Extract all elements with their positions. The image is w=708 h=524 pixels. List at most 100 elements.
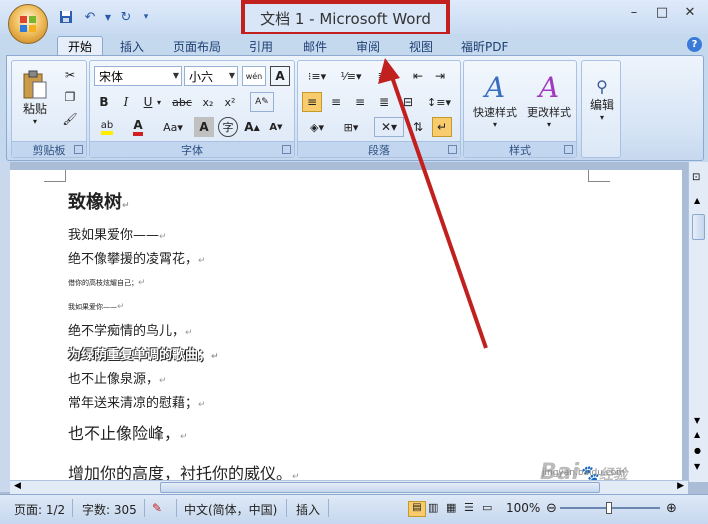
font-launcher-icon[interactable] [282,145,291,154]
office-button[interactable] [8,4,48,44]
grow-font-button[interactable]: A ▲ [242,117,262,137]
paste-button[interactable]: 粘贴 ▾ [18,67,52,129]
undo-icon[interactable]: ↶ [79,7,101,27]
tab-references[interactable]: 引用 [249,36,273,56]
maximize-icon[interactable]: □ [648,2,676,22]
scroll-right-icon[interactable]: ▶ [677,481,684,491]
outline-icon[interactable]: ☰ [464,501,474,514]
align-right-button[interactable]: ≡ [350,92,370,112]
font-size-select[interactable]: 小六 ▼ [184,66,238,86]
tab-review[interactable]: 审阅 [356,36,380,56]
quick-styles-button[interactable]: A 快速样式 ▾ [468,65,522,135]
increase-indent-button[interactable]: ⇥ [430,66,450,86]
zoom-level[interactable]: 100% [506,501,540,515]
web-layout-icon[interactable]: ▦ [446,501,456,514]
paragraph-launcher-icon[interactable] [448,145,457,154]
print-layout-icon[interactable]: ▤ [408,501,426,517]
highlight-button[interactable]: ab [94,117,120,137]
tab-view[interactable]: 视图 [409,36,433,56]
borders-button[interactable]: ⊞▾ [336,117,366,137]
char-border-button[interactable]: A [270,66,290,86]
underline-dropdown-icon[interactable]: ▾ [154,92,164,112]
doc-line: 绝不像攀援的凌霄花，↵ [68,252,206,267]
numbering-button[interactable]: ⅟≡▾ [336,66,366,86]
cut-icon[interactable]: ✂ [60,65,80,85]
tab-page-layout[interactable]: 页面布局 [173,36,221,56]
ruler-toggle-icon[interactable]: ⊡ [692,172,700,183]
strikethrough-button[interactable]: abc [168,92,196,112]
close-icon[interactable]: ✕ [676,2,704,22]
redo-icon[interactable]: ↻ [115,7,137,27]
zoom-slider-thumb[interactable] [606,502,612,514]
doc-line: 也不止像泉源，↵ [68,372,167,387]
font-name-select[interactable]: 宋体 ▼ [94,66,182,86]
font-color-button[interactable]: A [128,117,148,137]
bold-button[interactable]: B [94,92,114,112]
enclose-chars-button[interactable]: 字 [218,117,238,137]
zoom-in-icon[interactable]: ⊕ [666,501,677,516]
undo-dropdown-icon[interactable]: ▼ [103,7,113,27]
superscript-button[interactable]: x² [220,92,240,112]
scroll-up-icon[interactable]: ▲ [694,196,700,205]
editing-button[interactable]: ⚲ 编辑 ▾ [584,67,620,131]
proofing-icon[interactable]: ✎ [152,501,162,515]
tab-home[interactable]: 开始 [57,36,104,56]
sort-button[interactable]: ⇅ [408,117,428,137]
vertical-scrollbar[interactable]: ⊡ ▲ ▼ ▲ ● ▼ [688,162,708,482]
italic-button[interactable]: I [116,92,136,112]
full-screen-reading-icon[interactable]: ▥ [428,501,438,514]
vertical-scroll-thumb[interactable] [692,214,705,240]
shading-button[interactable]: ◈▾ [302,117,332,137]
clear-formatting-button[interactable]: A✎ [250,92,274,112]
customize-qat-icon[interactable]: ▾ [139,7,153,27]
distributed-button[interactable]: ⊟ [398,92,418,112]
select-browse-object-icon[interactable]: ● [694,446,701,455]
align-center-button[interactable]: ≡ [326,92,346,112]
tab-mailings[interactable]: 邮件 [303,36,327,56]
font-group: 宋体 ▼ 小六 ▼ wén A B I U ▾ abc x₂ x² A✎ ab A … [89,60,295,158]
char-shading-button[interactable]: A [194,117,214,137]
tab-insert[interactable]: 插入 [120,36,144,56]
font-group-label: 字体 [90,141,294,157]
horizontal-scroll-thumb[interactable] [160,482,600,493]
language-status[interactable]: 中文(简体，中国) [184,501,277,518]
doc-line: 借你的高枝炫耀自己；↵ [68,278,146,288]
shrink-font-button[interactable]: A ▼ [266,117,286,137]
format-painter-icon[interactable]: 🖌 [60,109,80,129]
scroll-left-icon[interactable]: ◀ [14,481,21,491]
insert-mode[interactable]: 插入 [296,501,320,518]
align-left-button[interactable]: ≡ [302,92,322,112]
clipboard-launcher-icon[interactable] [74,145,83,154]
zoom-out-icon[interactable]: ⊖ [546,501,557,516]
word-count[interactable]: 字数: 305 [82,501,137,518]
binoculars-icon: ⚲ [596,76,608,96]
draft-icon[interactable]: ▭ [482,501,492,514]
copy-icon[interactable]: ❐ [60,87,80,107]
minimize-icon[interactable]: – [620,2,648,22]
phonetic-guide-button[interactable]: wén [242,66,266,86]
ribbon: 粘贴 ▾ ✂ ❐ 🖌 剪贴板 宋体 ▼ 小六 ▼ wén A B I U ▾ abc… [6,55,704,161]
multilevel-list-button[interactable]: ≣▾ [370,66,400,86]
scroll-down-icon[interactable]: ▼ [694,416,700,425]
justify-button[interactable]: ≣ [374,92,394,112]
change-case-button[interactable]: Aa▾ [160,117,186,137]
prev-page-icon[interactable]: ▲ [694,430,700,439]
next-page-icon[interactable]: ▼ [694,462,700,471]
decrease-indent-button[interactable]: ⇤ [408,66,428,86]
line-spacing-button[interactable]: ↕≡▾ [424,92,454,112]
change-styles-button[interactable]: A 更改样式 ▾ [522,65,576,135]
save-icon[interactable] [55,7,77,27]
horizontal-scrollbar[interactable]: ◀ ▶ [10,480,688,494]
styles-launcher-icon[interactable] [564,145,573,154]
show-marks-button[interactable]: ↵ [432,117,452,137]
document-page[interactable]: 致橡树↵ 我如果爱你——↵ 绝不像攀援的凌霄花，↵ 借你的高枝炫耀自己；↵ 我如… [10,170,682,492]
bullets-button[interactable]: ⁝≡▾ [302,66,332,86]
page-count[interactable]: 页面: 1/2 [14,501,65,518]
subscript-button[interactable]: x₂ [198,92,218,112]
help-icon[interactable]: ? [687,37,702,52]
status-separator [328,499,329,517]
chinese-layout-button[interactable]: ✕▾ [374,117,404,137]
tab-foxit-pdf[interactable]: 福昕PDF [461,36,508,56]
ribbon-tabs: 开始 插入 页面布局 引用 邮件 审阅 视图 福昕PDF ? [0,34,708,56]
status-separator [286,499,287,517]
